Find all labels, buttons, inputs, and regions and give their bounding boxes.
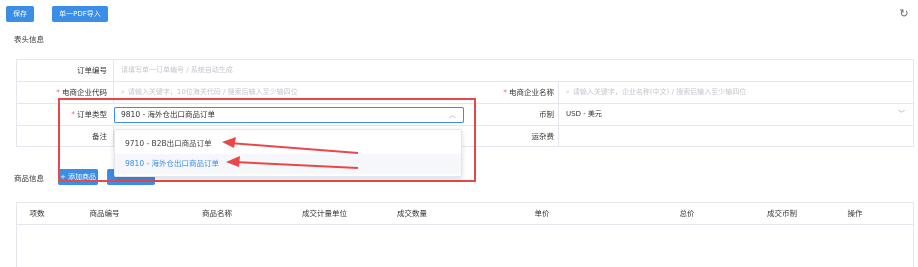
order-no-input[interactable]: 请填写单一订单编号 / 系统自动生成 [113,60,913,81]
goods-table: 项数 商品编号 商品名称 成交计量单位 成交数量 单价 总价 成交币制 操作 [16,202,914,267]
form-row-order-no: 订单编号 请填写单一订单编号 / 系统自动生成 [17,60,913,82]
search-icon: ⌕ [566,88,570,96]
search-icon: ⌕ [121,88,125,96]
remark-label: 备注 [92,132,107,141]
currency-select[interactable]: USD - 美元 ﹀ [558,104,913,125]
ecom-name-input[interactable]: ⌕ 请输入关键字，企业名称(中文) / 搜索后输入至少输四位 [558,82,913,103]
col-header: 操作 [847,209,863,218]
currency-label: 币制 [539,110,554,119]
order-no-label: 订单编号 [77,66,107,75]
col-header: 总价 [679,209,695,218]
col-header: 单价 [534,209,550,218]
col-header: 商品名称 [202,209,232,218]
add-goods-button[interactable]: + 添加商品 [58,169,98,185]
col-header: 成交计量单位 [302,209,347,218]
col-header: 项数 [29,209,45,218]
refresh-icon[interactable]: ↻ [897,7,911,21]
goods-info-title: 商品信息 [14,174,44,183]
chevron-up-icon: ︿ [449,111,456,119]
freight-input[interactable] [558,126,913,147]
goods-table-header: 项数 商品编号 商品名称 成交计量单位 成交数量 单价 总价 成交币制 操作 [17,203,913,225]
ecom-code-label: * 电商企业代码 [56,88,107,97]
chevron-down-icon: ﹀ [898,110,905,118]
form-row-ecom: * 电商企业代码 ⌕ 请输入关键字，10位海关代码 / 搜索后输入至少输四位 * 电商… [17,82,913,104]
save-button[interactable]: 保存 [6,6,34,22]
dropdown-option-9710[interactable]: 9710 - B2B出口商品订单 [115,134,461,154]
ecom-code-input[interactable]: ⌕ 请输入关键字，10位海关代码 / 搜索后输入至少输四位 [113,82,458,103]
dropdown-option-9810[interactable]: 9810 - 海外仓出口商品订单 [115,154,461,174]
order-type-label: * 订单类型 [71,110,107,119]
col-header: 成交币制 [767,209,797,218]
order-type-select[interactable]: 9810 - 海外仓出口商品订单 ︿ [114,107,464,123]
col-header: 成交数量 [397,209,427,218]
col-header: 商品编号 [89,209,120,218]
form-row-order-type: * 订单类型 9810 - 海外仓出口商品订单 ︿ 币制 USD - 美元 ﹀ [17,104,913,126]
pdf-import-button[interactable]: 单一PDF导入 [52,6,108,22]
toolbar: 保存 单一PDF导入 ↻ [0,0,918,28]
freight-label: 运杂费 [531,132,555,141]
order-type-dropdown: 9710 - B2B出口商品订单 9810 - 海外仓出口商品订单 [114,129,462,177]
header-info-title: 表头信息 [14,35,44,44]
ecom-name-label: * 电商企业名称 [503,88,554,97]
